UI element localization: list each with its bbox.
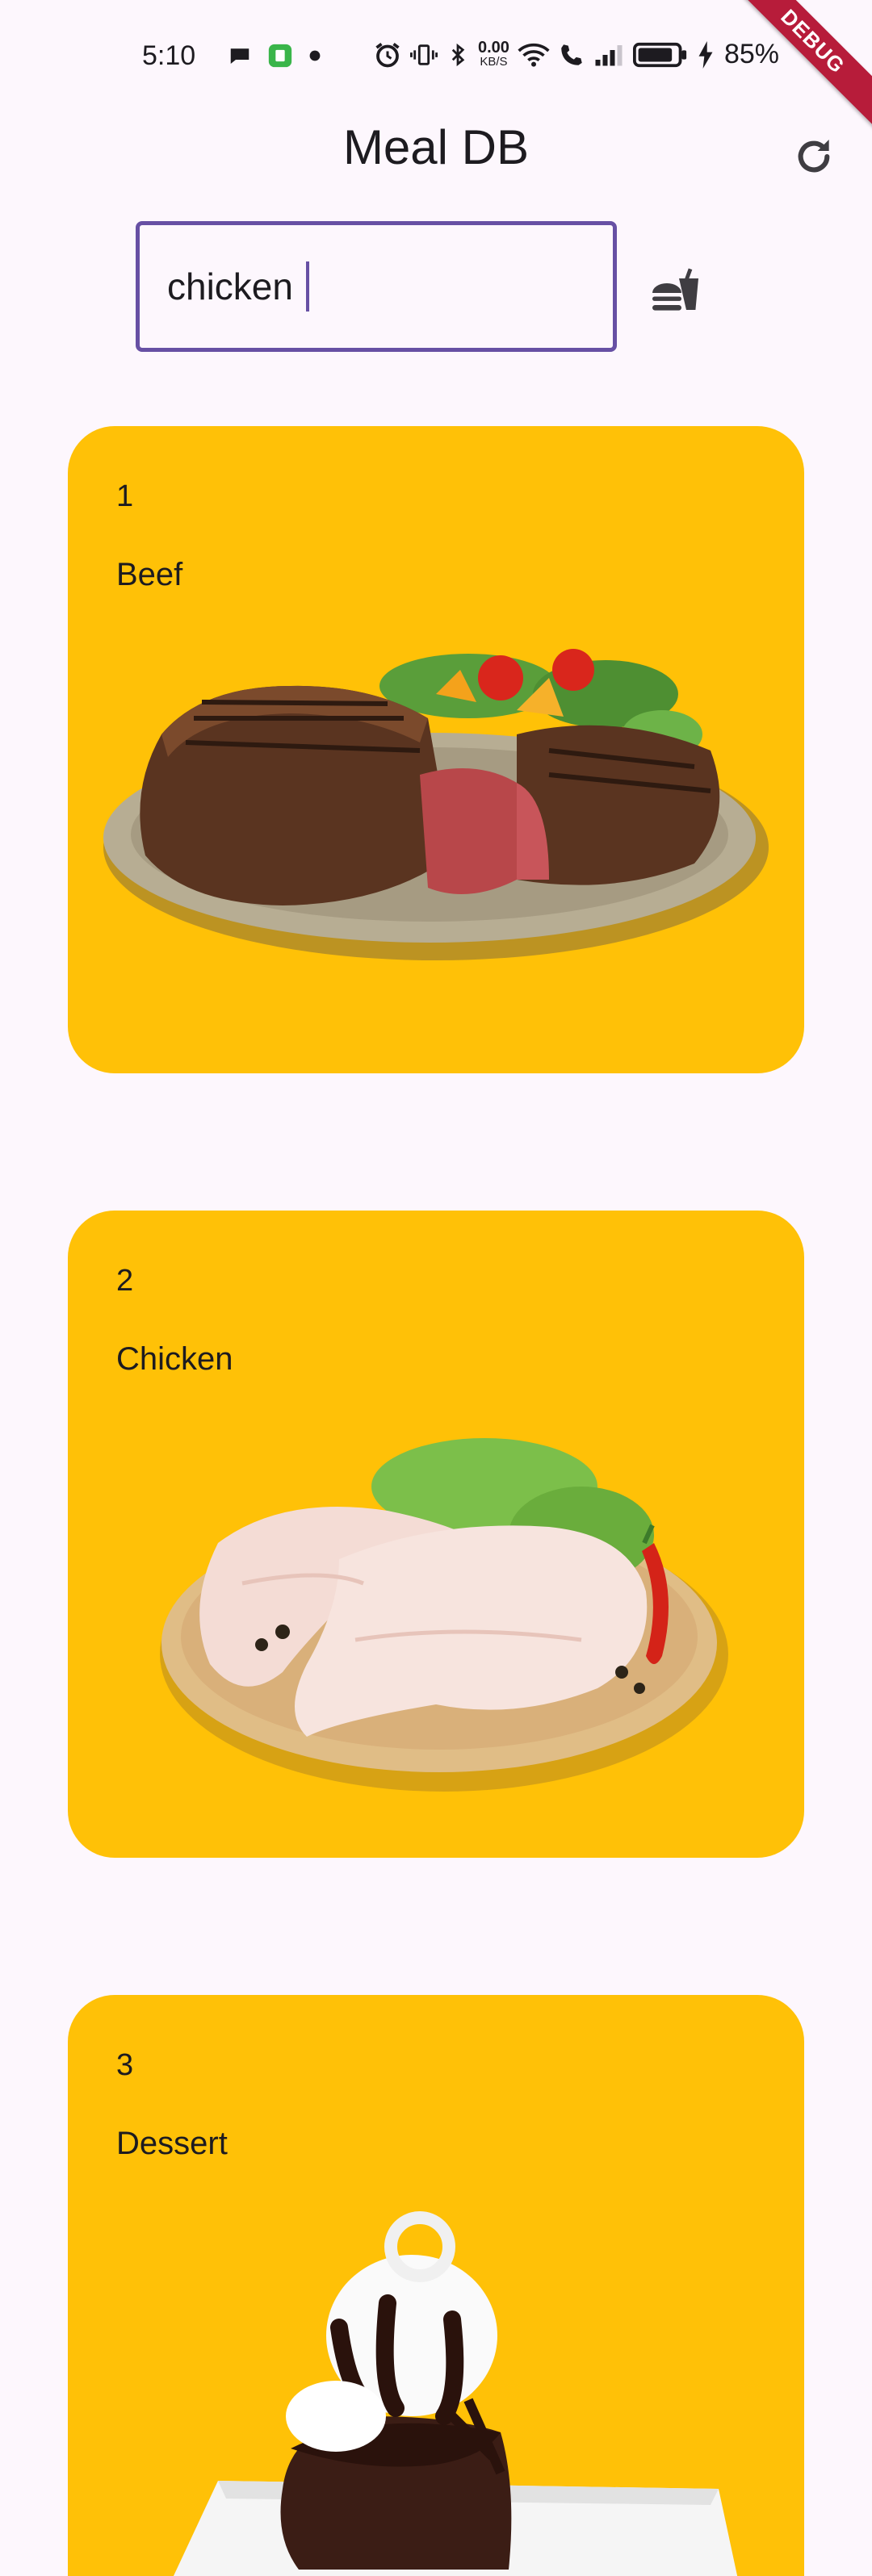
network-speed-unit: KB/S [480,54,508,69]
status-bar: 5:10 0.00 KB/S 85% DEBUG [0,0,872,131]
fastfood-icon [652,268,698,311]
chicken-image [160,1438,728,1792]
beef-steak-image [103,649,769,960]
charging-bolt-icon [698,40,713,69]
refresh-icon [798,140,830,173]
alarm-icon [375,42,400,67]
dot-icon [309,50,321,61]
chat-bubble-icon [230,48,249,64]
category-name: Chicken [116,1341,233,1377]
battery-icon [632,42,687,67]
category-name: Beef [116,557,183,592]
category-name: Dessert [116,2126,228,2161]
status-time: 5:10 [142,40,196,71]
bluetooth-icon [451,43,465,66]
dessert-image [173,2211,738,2576]
category-index: 3 [116,2048,134,2082]
category-index: 2 [116,1264,134,1298]
page-title: Meal DB [342,120,530,174]
search-input[interactable]: chicken [136,221,617,352]
network-speed-value: 0.00 [478,38,509,56]
vibrate-icon [410,44,438,65]
refresh-button[interactable] [785,128,843,186]
app-notification-icon [268,44,292,68]
wifi-calling-icon [561,44,582,65]
search-button[interactable] [643,257,711,324]
network-speed: 0.00 KB/S [478,40,509,69]
category-card-dessert[interactable]: 3 Dessert [68,1995,804,2576]
system-icons: 0.00 KB/S 85% [373,39,779,70]
search-input-value: chicken [167,266,293,307]
category-card-chicken[interactable]: 2 Chicken [68,1211,804,1858]
category-index: 1 [116,479,134,513]
signal-icon [595,44,623,65]
category-card-beef[interactable]: 1 Beef [68,426,804,1073]
wifi-icon [518,43,550,67]
notification-icons [228,42,321,69]
text-caret [305,261,309,312]
battery-percent: 85% [723,39,779,69]
